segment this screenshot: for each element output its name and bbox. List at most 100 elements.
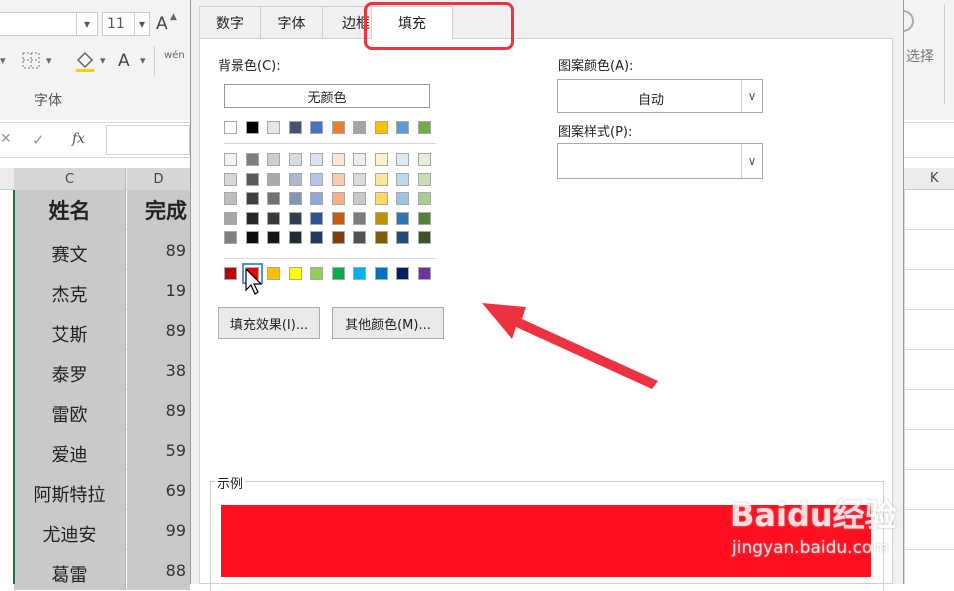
chevron-down-icon[interactable]: ▾ xyxy=(0,54,6,67)
standard-accent-color-swatch[interactable] xyxy=(267,267,280,280)
border-icon[interactable] xyxy=(22,52,42,70)
tint-color-swatch[interactable] xyxy=(267,192,280,205)
tint-color-swatch[interactable] xyxy=(396,172,409,186)
tint-color-swatch[interactable] xyxy=(288,172,302,186)
theme-color-swatch[interactable] xyxy=(310,121,323,134)
standard-accent-color-swatch[interactable] xyxy=(417,267,431,280)
chevron-down-icon[interactable]: ▾ xyxy=(76,13,97,35)
score-cell[interactable]: 69 xyxy=(127,470,190,510)
pattern-color-select[interactable]: 自动 ∨ xyxy=(557,79,763,113)
standard-accent-color-swatch[interactable] xyxy=(396,267,409,280)
tint-color-swatch[interactable] xyxy=(374,172,388,186)
name-cell[interactable]: 葛雷 xyxy=(14,550,126,590)
standard-accent-color-swatch[interactable] xyxy=(374,267,388,280)
header-cell-name[interactable]: 姓名 xyxy=(14,190,126,230)
tint-color-swatch[interactable] xyxy=(353,192,366,205)
tint-color-swatch[interactable] xyxy=(331,231,345,244)
font-size-combo[interactable]: 11 ▾ xyxy=(102,12,150,36)
theme-color-swatch[interactable] xyxy=(353,121,366,134)
score-cell[interactable]: 59 xyxy=(127,430,190,470)
tint-color-swatch[interactable] xyxy=(331,192,345,205)
standard-accent-color-swatch[interactable] xyxy=(288,267,302,280)
name-cell[interactable]: 艾斯 xyxy=(14,310,126,350)
tint-color-swatch[interactable] xyxy=(331,211,345,225)
tint-color-swatch[interactable] xyxy=(267,153,280,166)
tint-color-swatch[interactable] xyxy=(353,172,366,186)
tint-color-swatch[interactable] xyxy=(288,153,302,166)
theme-color-swatch[interactable] xyxy=(396,121,409,134)
formula-input[interactable] xyxy=(106,125,190,155)
tab-font[interactable]: 字体 xyxy=(260,6,323,38)
name-cell[interactable]: 爱迪 xyxy=(14,430,126,470)
fill-effects-button[interactable]: 填充效果(I)... xyxy=(218,307,320,339)
increase-font-icon[interactable]: A xyxy=(156,14,168,34)
tint-color-swatch[interactable] xyxy=(267,231,280,244)
chevron-down-icon[interactable]: ∨ xyxy=(741,80,762,112)
theme-color-swatch[interactable] xyxy=(331,121,345,134)
no-color-button[interactable]: 无颜色 xyxy=(224,84,430,108)
tint-color-swatch[interactable] xyxy=(310,172,323,186)
tint-color-swatch[interactable] xyxy=(245,172,259,186)
phonetic-icon[interactable]: wén xyxy=(164,50,185,61)
tint-color-swatch[interactable] xyxy=(224,231,237,244)
tint-color-swatch[interactable] xyxy=(417,231,431,244)
standard-accent-color-swatch[interactable] xyxy=(224,267,237,280)
tint-color-swatch[interactable] xyxy=(267,172,280,186)
theme-color-swatch[interactable] xyxy=(374,121,388,134)
tint-color-swatch[interactable] xyxy=(224,192,237,205)
tint-color-swatch[interactable] xyxy=(353,231,366,244)
tint-color-swatch[interactable] xyxy=(310,211,323,225)
name-cell[interactable]: 赛文 xyxy=(14,230,126,270)
tint-color-swatch[interactable] xyxy=(417,172,431,186)
cancel-entry-icon[interactable]: ✕ xyxy=(0,131,12,147)
standard-accent-color-swatch[interactable] xyxy=(310,267,323,280)
tint-color-swatch[interactable] xyxy=(374,192,388,205)
tint-color-swatch[interactable] xyxy=(310,153,323,166)
tint-color-swatch[interactable] xyxy=(224,211,237,225)
more-colors-button[interactable]: 其他颜色(M)... xyxy=(332,307,444,339)
standard-accent-color-swatch[interactable] xyxy=(353,267,366,280)
tint-color-swatch[interactable] xyxy=(374,153,388,166)
theme-color-swatch[interactable] xyxy=(288,121,302,134)
standard-accent-color-swatch[interactable] xyxy=(331,267,345,280)
chevron-down-icon[interactable]: ▾ xyxy=(134,13,149,35)
font-name-combo[interactable]: ▾ xyxy=(0,12,98,36)
tint-color-swatch[interactable] xyxy=(288,211,302,225)
tab-number[interactable]: 数字 xyxy=(199,6,261,38)
tint-color-swatch[interactable] xyxy=(396,153,409,166)
column-header-d[interactable]: D xyxy=(127,168,190,190)
chevron-down-icon[interactable]: ▾ xyxy=(100,54,106,67)
tint-color-swatch[interactable] xyxy=(331,153,345,166)
tint-color-swatch[interactable] xyxy=(374,211,388,225)
tint-color-swatch[interactable] xyxy=(245,231,259,244)
tint-color-swatch[interactable] xyxy=(417,192,431,205)
score-cell[interactable]: 89 xyxy=(127,390,190,430)
insert-function-icon[interactable]: fx xyxy=(72,131,85,147)
fill-bucket-icon[interactable] xyxy=(74,50,96,72)
tint-color-swatch[interactable] xyxy=(224,172,237,186)
chevron-down-icon[interactable]: ▾ xyxy=(46,54,52,67)
tint-color-swatch[interactable] xyxy=(417,211,431,225)
tint-color-swatch[interactable] xyxy=(288,192,302,205)
tint-color-swatch[interactable] xyxy=(353,153,366,166)
tint-color-swatch[interactable] xyxy=(396,211,409,225)
tint-color-swatch[interactable] xyxy=(245,153,259,166)
column-header-k[interactable]: K xyxy=(930,171,939,186)
tint-color-swatch[interactable] xyxy=(396,192,409,205)
theme-color-swatch[interactable] xyxy=(417,121,431,134)
tint-color-swatch[interactable] xyxy=(374,231,388,244)
column-header-c[interactable]: C xyxy=(14,168,126,190)
theme-color-swatch[interactable] xyxy=(267,121,280,134)
chevron-down-icon[interactable]: ▾ xyxy=(140,54,146,67)
name-cell[interactable]: 杰克 xyxy=(14,270,126,310)
name-cell[interactable]: 阿斯特拉 xyxy=(14,470,126,510)
font-color-icon[interactable]: A xyxy=(118,51,130,71)
theme-color-swatch[interactable] xyxy=(245,121,259,134)
tint-color-swatch[interactable] xyxy=(245,211,259,225)
score-cell[interactable]: 99 xyxy=(127,510,190,550)
name-cell[interactable]: 雷欧 xyxy=(14,390,126,430)
tint-color-swatch[interactable] xyxy=(396,231,409,244)
score-cell[interactable]: 38 xyxy=(127,350,190,390)
chevron-down-icon[interactable]: ∨ xyxy=(741,144,762,178)
score-cell[interactable]: 19 xyxy=(127,270,190,310)
